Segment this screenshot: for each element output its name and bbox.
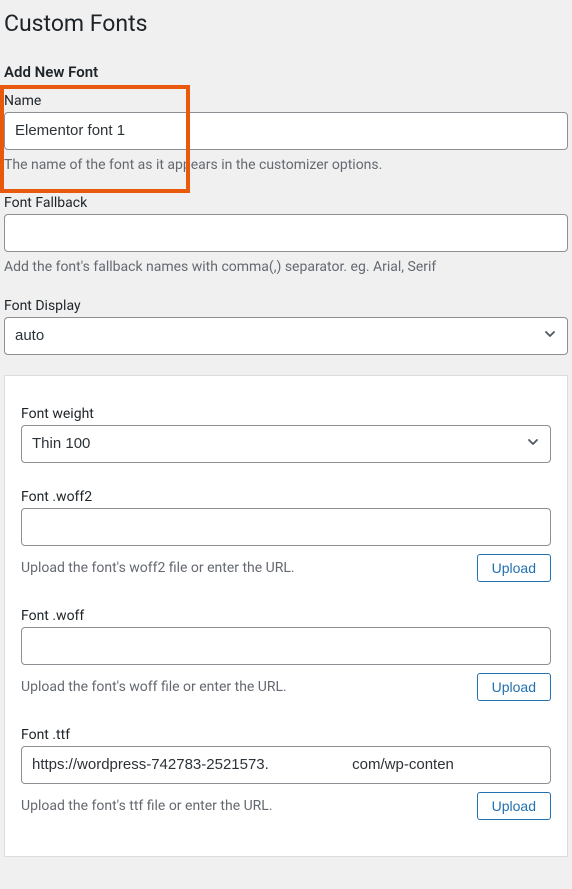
display-label: Font Display: [4, 298, 568, 314]
name-label: Name: [4, 93, 568, 109]
woff-input[interactable]: [21, 627, 551, 665]
woff-help-text: Upload the font's woff file or enter the…: [21, 679, 465, 695]
display-select[interactable]: auto: [4, 317, 568, 355]
woff2-input[interactable]: [21, 508, 551, 546]
name-help-text: The name of the font as it appears in th…: [4, 156, 568, 176]
name-input[interactable]: [4, 112, 568, 150]
woff-label: Font .woff: [21, 608, 551, 624]
weight-select[interactable]: Thin 100: [21, 425, 551, 463]
woff2-upload-button[interactable]: Upload: [477, 554, 551, 582]
fallback-label: Font Fallback: [4, 195, 568, 211]
variation-panel: Font weight Thin 100 Font .woff2 Upload …: [4, 375, 568, 857]
woff2-help-text: Upload the font's woff2 file or enter th…: [21, 560, 465, 576]
woff2-label: Font .woff2: [21, 489, 551, 505]
fallback-help-text: Add the font's fallback names with comma…: [4, 258, 568, 278]
ttf-help-text: Upload the font's ttf file or enter the …: [21, 798, 465, 814]
weight-label: Font weight: [21, 406, 551, 422]
fallback-input[interactable]: [4, 214, 568, 252]
ttf-label: Font .ttf: [21, 727, 551, 743]
page-title: Custom Fonts: [0, 0, 572, 43]
section-subtitle: Add New Font: [0, 43, 572, 89]
ttf-input[interactable]: [21, 746, 551, 784]
woff-upload-button[interactable]: Upload: [477, 673, 551, 701]
ttf-upload-button[interactable]: Upload: [477, 792, 551, 820]
